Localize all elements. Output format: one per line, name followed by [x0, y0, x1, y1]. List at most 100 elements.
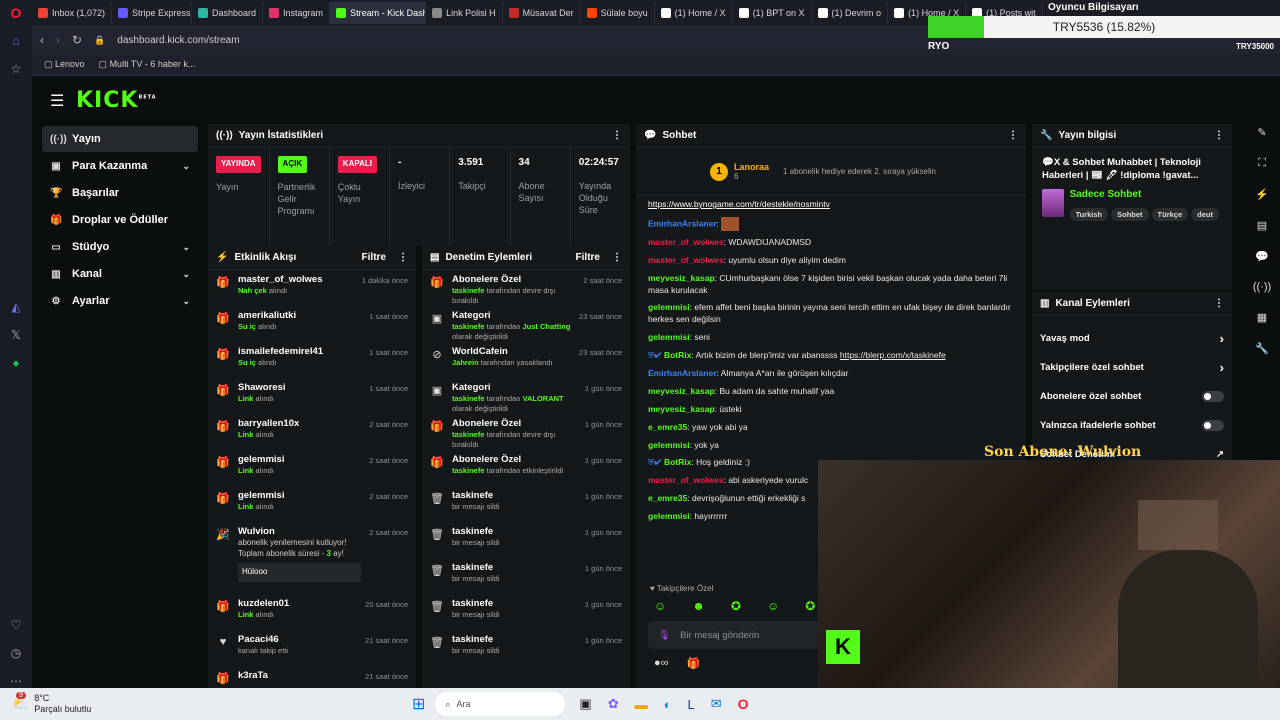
notes-icon[interactable]: ▤: [1257, 219, 1267, 232]
aria-icon[interactable]: ◭: [11, 300, 20, 314]
mail-icon[interactable]: ✉: [711, 696, 722, 712]
moderation-filter-button[interactable]: Filtre: [576, 252, 600, 263]
stream-tag[interactable]: deut: [1191, 207, 1219, 221]
spotify-icon[interactable]: ●: [12, 356, 19, 370]
moderation-actor[interactable]: Jahrein: [452, 358, 479, 367]
taskbar-search[interactable]: ⌕ Ara: [435, 692, 566, 716]
activity-user[interactable]: gelemmisi: [238, 454, 361, 466]
nav-item[interactable]: ((·)) Yayın: [42, 126, 198, 152]
chat-link[interactable]: https://www.bynogame.com/tr/destekle/nos…: [648, 199, 830, 209]
more-icon[interactable]: ⋮: [398, 252, 408, 263]
explorer-icon[interactable]: ▬: [635, 697, 648, 712]
url-field[interactable]: dashboard.kick.com/stream: [117, 35, 239, 46]
x-icon[interactable]: 𝕏: [11, 328, 21, 342]
chat-username[interactable]: gelemmisi: [648, 440, 690, 450]
gift-icon[interactable]: 🎁: [687, 657, 701, 670]
more-icon[interactable]: ⋮: [612, 252, 622, 263]
browser-tab[interactable]: (1) Devrim o: [812, 2, 889, 24]
more-icon[interactable]: ⋮: [612, 130, 622, 141]
channel-action-row[interactable]: Abonelere özel sohbet: [1032, 382, 1232, 411]
nav-item[interactable]: ▭ Stüdyo ⌄: [42, 234, 198, 260]
moderation-actor[interactable]: taskinefe: [452, 394, 485, 403]
more-icon[interactable]: ⋮: [1008, 130, 1018, 141]
channel-action-row[interactable]: Yalnızca ifadelerle sohbet: [1032, 411, 1232, 440]
pinned-gift-banner[interactable]: 1 Lanoraa 6 1 abonelik hediye ederek 2. s…: [636, 148, 1026, 196]
wrench-icon[interactable]: 🔧: [1255, 342, 1269, 355]
browser-tab[interactable]: Link Polisi H: [426, 2, 503, 24]
chat-link[interactable]: https://blerp.com/x/taskinefe: [840, 350, 946, 360]
reload-icon[interactable]: ↻: [72, 33, 82, 47]
nav-item[interactable]: 🎁 Droplar ve Ödüller: [42, 207, 198, 233]
chat-username[interactable]: master_of_wolwes: [648, 475, 724, 485]
chat-icon[interactable]: 💬: [1255, 250, 1269, 263]
browser-tab[interactable]: Sülale boyu: [581, 2, 655, 24]
chat-username[interactable]: gelemmisi: [648, 332, 690, 342]
activity-user[interactable]: Wulvion: [238, 526, 361, 538]
chat-username[interactable]: e_emre35: [648, 493, 687, 503]
chat-username[interactable]: gelemmisi: [648, 302, 690, 312]
moderation-actor[interactable]: taskinefe: [452, 286, 485, 295]
activity-user[interactable]: Pacaci46: [238, 634, 357, 646]
browser-tab[interactable]: Stripe Express: [112, 2, 192, 24]
chat-username[interactable]: master_of_wolwes: [648, 237, 724, 247]
activity-user[interactable]: master_of_wolwes: [238, 274, 354, 286]
back-icon[interactable]: ‹: [40, 33, 44, 47]
stream-tag[interactable]: Türkçe: [1151, 207, 1189, 221]
more-icon[interactable]: ⋮: [1214, 298, 1224, 309]
emote-icon[interactable]: ☺: [767, 599, 779, 613]
nav-item[interactable]: ▥ Kanal ⌄: [42, 261, 198, 287]
stream-tag[interactable]: Sohbet: [1111, 207, 1149, 221]
activity-user[interactable]: kuzdelen01: [238, 598, 357, 610]
heart-icon[interactable]: ♡: [11, 618, 22, 632]
bolt-icon[interactable]: ⚡: [1255, 188, 1269, 201]
browser-tab[interactable]: Stream - Kick Dashbo: [330, 2, 427, 24]
bookmark-multitv[interactable]: ▢ Multi TV - 6 haber k...: [99, 59, 196, 70]
moderation-actor[interactable]: taskinefe: [452, 322, 485, 331]
more-icon[interactable]: ⋮: [1214, 130, 1224, 141]
chat-username[interactable]: meyvesiz_kasap: [648, 386, 715, 396]
clock-icon[interactable]: ◷: [11, 646, 21, 660]
browser-tab[interactable]: Müsavat Der: [503, 2, 581, 24]
bookmark-lenovo[interactable]: ▢ Lenovo: [44, 59, 85, 70]
edge-icon[interactable]: ◐: [664, 697, 672, 712]
moderation-actor[interactable]: taskinefe: [452, 466, 485, 475]
chat-username[interactable]: meyvesiz_kasap: [648, 404, 715, 414]
activity-user[interactable]: ismailefedemirel41: [238, 346, 361, 358]
moderation-actor[interactable]: taskinefe: [452, 430, 485, 439]
chat-username[interactable]: meyvesiz_kasap: [648, 273, 715, 283]
chat-username[interactable]: BotRix: [664, 457, 691, 467]
kick-logo[interactable]: KICKBETA: [76, 88, 157, 113]
browser-tab[interactable]: Inbox (1,072): [32, 2, 112, 24]
emote-icon[interactable]: ☻: [692, 599, 705, 613]
forward-icon[interactable]: ›: [56, 33, 60, 47]
start-icon[interactable]: ⊞: [412, 694, 425, 714]
home-icon[interactable]: ⌂: [12, 34, 19, 48]
channel-action-row[interactable]: Yavaş mod ›: [1032, 324, 1232, 353]
emote-icon[interactable]: ✪: [731, 599, 741, 613]
chat-username[interactable]: gelemmisi: [648, 511, 690, 521]
more-icon[interactable]: ⋯: [10, 674, 22, 688]
opera-logo[interactable]: O: [0, 0, 32, 26]
layout-icon[interactable]: ▦: [1257, 311, 1267, 324]
broadcast-icon[interactable]: ((·)): [1253, 281, 1271, 293]
chat-username[interactable]: EmirhanArslaner: [648, 218, 717, 228]
browser-tab[interactable]: (1) BPT on X: [733, 2, 812, 24]
taskview-icon[interactable]: ▣: [579, 696, 591, 712]
browser-tab[interactable]: (1) Home / X: [655, 2, 733, 24]
menu-icon[interactable]: ☰: [50, 91, 64, 111]
chat-username[interactable]: BotRix: [664, 350, 691, 360]
channel-action-row[interactable]: Takipçilere özel sohbet ›: [1032, 353, 1232, 382]
emote-icon[interactable]: ☺: [654, 599, 666, 613]
browser-tab[interactable]: Instagram: [263, 2, 331, 24]
browser-tab[interactable]: Dashboard: [192, 2, 264, 24]
copilot-icon[interactable]: ✿: [608, 696, 619, 712]
activity-user[interactable]: Shaworesi: [238, 382, 361, 394]
stream-tag[interactable]: Turkish: [1069, 207, 1109, 221]
opera-taskbar-icon[interactable]: O: [738, 696, 749, 712]
nav-item[interactable]: ▣ Para Kazanma ⌄: [42, 153, 198, 179]
star-icon[interactable]: ☆: [11, 62, 22, 76]
chat-username[interactable]: e_emre35: [648, 422, 687, 432]
nav-item[interactable]: ⚙ Ayarlar ⌄: [42, 288, 198, 314]
activity-user[interactable]: k3raTa: [238, 670, 357, 682]
activity-filter-button[interactable]: Filtre: [362, 252, 386, 263]
